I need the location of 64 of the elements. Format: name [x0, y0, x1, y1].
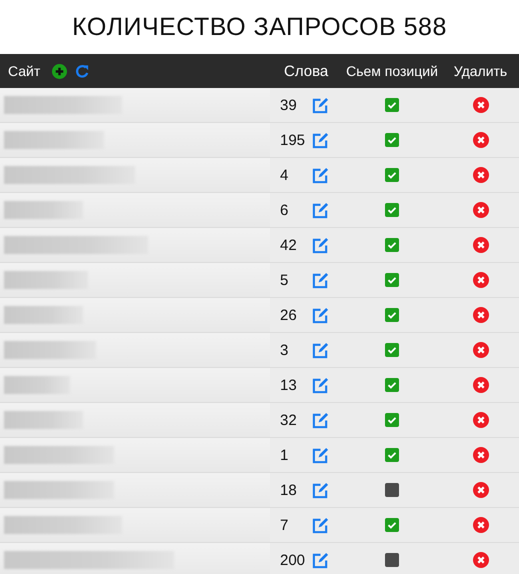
checkbox[interactable]	[385, 553, 399, 567]
delete-icon[interactable]	[472, 167, 488, 183]
checkbox[interactable]	[385, 413, 399, 427]
checkbox[interactable]	[385, 343, 399, 357]
word-count: 3	[280, 342, 290, 358]
checkbox[interactable]	[385, 273, 399, 287]
word-count: 4	[280, 166, 290, 184]
delete-icon[interactable]	[472, 377, 488, 393]
word-count: 42	[280, 236, 298, 254]
column-header: Сайт	[8, 63, 40, 79]
word-count: 6	[280, 202, 290, 218]
column-header: Сьем позиций	[345, 63, 439, 79]
word-count: 200	[280, 552, 306, 568]
edit-icon[interactable]	[312, 96, 329, 114]
delete-icon[interactable]	[472, 517, 488, 533]
add-icon[interactable]	[52, 64, 68, 78]
edit-icon[interactable]	[312, 236, 329, 254]
delete-icon[interactable]	[472, 342, 488, 358]
edit-icon[interactable]	[312, 516, 329, 534]
edit-icon[interactable]	[312, 446, 329, 464]
delete-icon[interactable]	[472, 132, 488, 148]
edit-icon[interactable]	[312, 412, 329, 428]
column-header: Удалить	[452, 63, 508, 79]
edit-icon[interactable]	[312, 202, 329, 218]
delete-icon[interactable]	[472, 272, 488, 288]
delete-icon[interactable]	[472, 482, 488, 498]
delete-icon[interactable]	[472, 447, 488, 463]
delete-icon[interactable]	[472, 412, 488, 428]
edit-icon[interactable]	[312, 132, 329, 148]
refresh-icon[interactable]	[75, 64, 90, 78]
word-count: 32	[280, 412, 298, 428]
edit-icon[interactable]	[312, 306, 329, 324]
page-title: КОЛИЧЕСТВО ЗАПРОСОВ 588	[71, 12, 448, 42]
checkbox[interactable]	[385, 133, 399, 147]
delete-icon[interactable]	[472, 202, 488, 218]
word-count: 18	[280, 482, 298, 498]
edit-icon[interactable]	[312, 552, 329, 568]
delete-icon[interactable]	[472, 307, 488, 323]
checkbox[interactable]	[385, 203, 399, 217]
word-count: 39	[280, 96, 298, 114]
delete-icon[interactable]	[472, 552, 488, 568]
word-count: 7	[280, 516, 290, 534]
word-count: 1	[280, 446, 290, 464]
checkbox[interactable]	[385, 483, 399, 497]
word-count: 5	[280, 272, 290, 288]
checkbox[interactable]	[385, 238, 399, 252]
checkbox[interactable]	[385, 378, 399, 392]
checkbox[interactable]	[385, 98, 399, 112]
checkbox[interactable]	[385, 168, 399, 182]
checkbox[interactable]	[385, 448, 399, 462]
delete-icon[interactable]	[472, 237, 488, 253]
edit-icon[interactable]	[312, 376, 329, 394]
redacted-text	[4, 376, 70, 394]
checkbox[interactable]	[385, 518, 399, 532]
edit-icon[interactable]	[312, 342, 329, 358]
word-count: 26	[280, 306, 298, 324]
column-header: Слова	[283, 62, 330, 80]
checkbox[interactable]	[385, 308, 399, 322]
edit-icon[interactable]	[312, 482, 329, 498]
word-count: 195	[280, 132, 306, 148]
edit-icon[interactable]	[312, 272, 329, 288]
word-count: 13	[280, 376, 298, 394]
delete-icon[interactable]	[472, 97, 488, 113]
edit-icon[interactable]	[312, 166, 329, 184]
